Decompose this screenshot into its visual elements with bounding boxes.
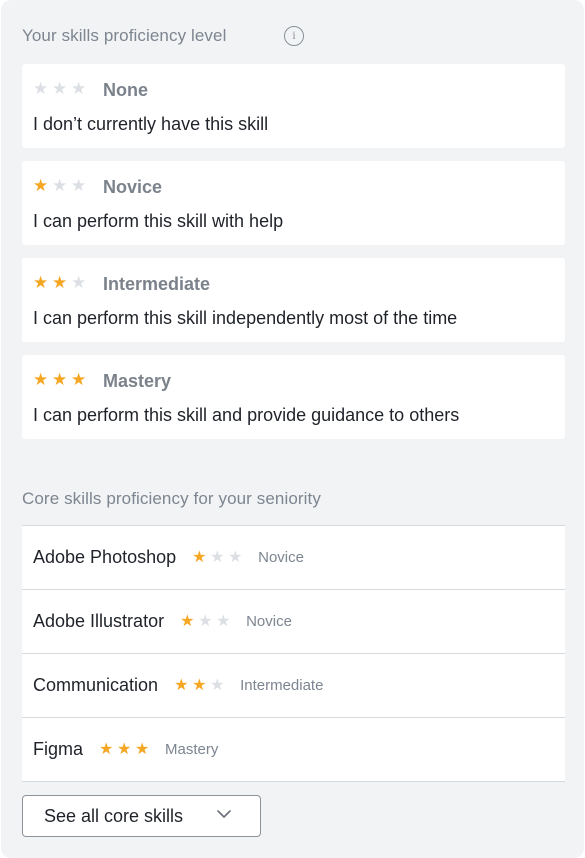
level-description: I don’t currently have this skill [33,114,269,134]
star-icon: ★ [33,273,49,292]
core-skills-list: Adobe Photoshop ★ ★ ★ Novice Adobe Illustr… [22,525,565,782]
star-icon: ★ [71,370,87,389]
star-icon: ★ [71,273,87,292]
star-rating: ★ ★ ★ [33,177,90,195]
level-description: I can perform this skill with help [33,211,284,231]
level-name: Mastery [103,371,172,391]
level-name: None [103,80,148,100]
star-icon: ★ [198,612,213,630]
skill-level: Novice [246,613,292,630]
star-rating: ★ ★ ★ [99,741,153,759]
core-skill-row: Adobe Photoshop ★ ★ ★ Novice [22,525,565,589]
core-skill-row: Adobe Illustrator ★ ★ ★ Novice [22,589,565,653]
skill-name: Communication [33,675,159,695]
star-icon: ★ [135,740,150,758]
star-icon: ★ [192,676,207,694]
star-rating: ★ ★ ★ [180,613,234,631]
star-rating: ★ ★ ★ [33,274,90,292]
skills-panel: Your skills proficiency level i ★ ★ ★ None… [1,0,584,858]
level-card-novice: ★ ★ ★ Novice I can perform this skill with… [22,161,565,245]
star-rating: ★ ★ ★ [192,549,246,567]
skill-level: Intermediate [240,677,324,694]
star-icon: ★ [52,176,68,195]
level-name: Intermediate [103,274,211,294]
star-icon: ★ [180,612,195,630]
star-rating: ★ ★ ★ [174,677,228,695]
star-icon: ★ [33,176,49,195]
star-icon: ★ [228,548,243,566]
see-all-label: See all core skills [44,806,184,826]
chevron-down-icon [217,810,231,818]
level-name: Novice [103,177,163,197]
skill-name: Adobe Photoshop [33,547,177,567]
core-skills-title: Core skills proficiency for your seniori… [22,489,321,508]
level-description: I can perform this skill and provide gui… [33,405,460,425]
star-icon: ★ [210,676,225,694]
star-icon: ★ [33,79,49,98]
skill-name: Adobe Illustrator [33,611,165,631]
core-skill-row: Communication ★ ★ ★ Intermediate [22,653,565,717]
level-card-none: ★ ★ ★ None I don’t currently have this ski… [22,64,565,148]
skill-level: Mastery [165,741,219,758]
level-card-intermediate: ★ ★ ★ Intermediate I can perform this skil… [22,258,565,342]
star-icon: ★ [71,79,87,98]
skill-name: Figma [33,739,84,759]
core-skill-row: Figma ★ ★ ★ Mastery [22,717,565,782]
star-icon: ★ [33,370,49,389]
star-icon: ★ [210,548,225,566]
skill-level: Novice [258,549,304,566]
level-description: I can perform this skill independently m… [33,308,458,328]
star-icon: ★ [192,548,207,566]
star-icon: ★ [52,273,68,292]
star-icon: ★ [99,740,114,758]
star-icon: ★ [174,676,189,694]
star-icon: ★ [117,740,132,758]
star-icon: ★ [52,370,68,389]
star-icon: ★ [52,79,68,98]
star-rating: ★ ★ ★ [33,80,90,98]
level-card-mastery: ★ ★ ★ Mastery I can perform this skill and… [22,355,565,439]
see-all-core-skills-button[interactable]: See all core skills [22,795,261,837]
star-rating: ★ ★ ★ [33,371,90,389]
info-icon[interactable]: i [284,26,304,46]
proficiency-title: Your skills proficiency level [22,26,227,45]
star-icon: ★ [71,176,87,195]
star-icon: ★ [216,612,231,630]
